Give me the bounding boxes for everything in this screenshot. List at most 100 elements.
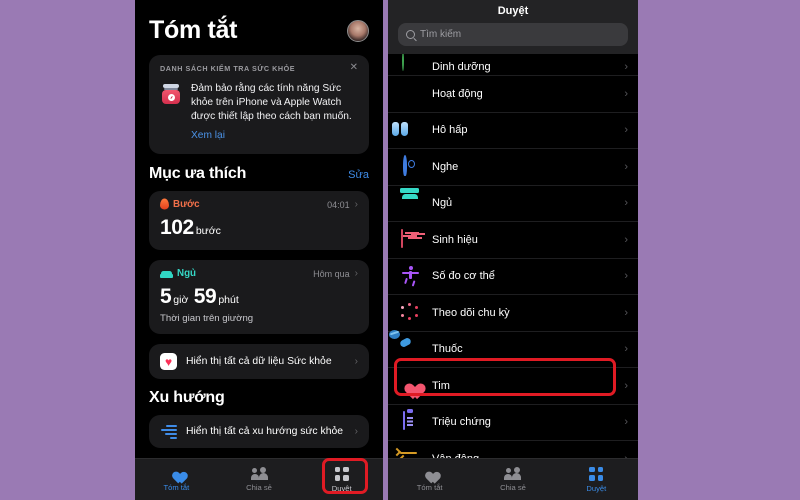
browse-row-activity[interactable]: Hoạt động › <box>388 76 638 113</box>
browse-row-body-measurements[interactable]: Số đo cơ thể › <box>388 259 638 295</box>
bed-icon <box>400 187 420 213</box>
heart-icon <box>400 376 420 396</box>
page-title: Tóm tắt <box>149 16 238 44</box>
health-checklist-card[interactable]: DANH SÁCH KIỂM TRA SỨC KHỎE ✕ Đảm bảo rằ… <box>149 55 369 154</box>
checklist-description: Đảm bảo rằng các tính năng Sức khỏe trên… <box>191 83 352 122</box>
health-app-icon <box>160 353 177 371</box>
mobility-icon <box>392 447 420 458</box>
summary-phone-panel: Tóm tắt DANH SÁCH KIỂM TRA SỨC KHỎE ✕ Đả… <box>135 0 383 500</box>
show-all-trends-row[interactable]: Hiển thị tất cả xu hướng sức khỏe › <box>149 415 369 448</box>
favorite-card-steps[interactable]: Bước 04:01 › 102 bước <box>149 191 369 250</box>
browse-phone-panel: Duyệt Tìm kiếm Dinh dưỡng › Hoạt động › … <box>388 0 638 500</box>
trends-section-header: Xu hướng <box>149 389 369 407</box>
steps-unit: bước <box>195 225 221 237</box>
browse-row-respiratory[interactable]: Hô hấp › <box>388 113 638 149</box>
clipboard-icon <box>400 411 420 432</box>
tab-summary[interactable]: Tóm tắt <box>388 467 471 492</box>
pills-icon <box>389 330 420 359</box>
browse-row-label: Dinh dưỡng <box>432 61 491 73</box>
steps-label: Bước <box>173 199 200 210</box>
trends-title: Xu hướng <box>149 389 225 406</box>
browse-row-nutrition[interactable]: Dinh dưỡng › <box>388 54 638 76</box>
sleep-label: Ngủ <box>177 268 197 279</box>
chevron-right-icon: › <box>354 355 358 367</box>
grid-icon <box>334 466 349 481</box>
chevron-right-icon: › <box>354 267 358 279</box>
flame-icon <box>160 198 169 210</box>
avatar[interactable] <box>347 19 369 42</box>
sleep-card-header: Ngủ Hôm qua › <box>160 268 358 279</box>
tab-browse[interactable]: Duyệt <box>300 466 383 493</box>
people-icon <box>250 467 268 480</box>
summary-scroll-area[interactable]: Tóm tắt DANH SÁCH KIỂM TRA SỨC KHỎE ✕ Đả… <box>135 0 383 458</box>
steps-time-group: 04:01 › <box>327 198 358 210</box>
sleep-subtitle: Thời gian trên giường <box>160 313 254 324</box>
browse-row-vitals[interactable]: Sinh hiệu › <box>388 222 638 259</box>
chevron-right-icon: › <box>354 198 358 210</box>
browse-row-label: Sinh hiệu <box>432 233 478 246</box>
chevron-right-icon: › <box>624 124 628 137</box>
pillbox-icon <box>160 83 182 105</box>
grid-icon <box>589 466 604 481</box>
tab-browse-label: Duyệt <box>586 483 607 493</box>
tab-summary[interactable]: Tóm tắt <box>135 467 218 492</box>
tab-summary-label: Tóm tắt <box>416 483 443 492</box>
tab-sharing[interactable]: Chia sẻ <box>471 467 554 492</box>
browse-title: Duyệt <box>497 5 529 17</box>
sleep-label-group: Ngủ <box>160 268 196 279</box>
browse-row-label: Tim <box>432 379 450 392</box>
steps-timestamp: 04:01 <box>327 199 350 210</box>
sleep-minutes: 59 <box>193 285 217 308</box>
browse-row-cycle-tracking[interactable]: Theo dõi chu kỳ › <box>388 295 638 332</box>
browse-row-label: Ngủ <box>432 197 453 210</box>
sleep-value-group: 5 giờ 59 phút <box>160 285 358 309</box>
summary-tab-bar: Tóm tắt Chia sẻ Duyệt <box>135 458 383 500</box>
ear-icon <box>400 154 420 177</box>
checklist-card-header: DANH SÁCH KIỂM TRA SỨC KHỎE ✕ <box>160 63 358 74</box>
browse-row-sleep[interactable]: Ngủ › <box>388 186 638 222</box>
body-icon <box>400 266 420 286</box>
flame-icon <box>400 84 420 104</box>
browse-category-list[interactable]: Dinh dưỡng › Hoạt động › Hô hấp › Nghe › <box>388 54 638 458</box>
steps-label-group: Bước <box>160 198 200 210</box>
chevron-right-icon: › <box>624 233 628 246</box>
browse-row-symptoms[interactable]: Triệu chứng › <box>388 405 638 441</box>
vitals-icon <box>400 228 420 250</box>
sleep-timestamp: Hôm qua <box>313 268 350 279</box>
tab-summary-label: Tóm tắt <box>163 483 190 492</box>
favorites-edit-button[interactable]: Sửa <box>348 169 369 181</box>
tab-sharing-label: Chia sẻ <box>246 483 272 492</box>
tab-sharing[interactable]: Chia sẻ <box>218 467 301 492</box>
summary-header: Tóm tắt <box>149 0 369 55</box>
checklist-review-link[interactable]: Xem lại <box>191 130 225 141</box>
favorite-card-sleep[interactable]: Ngủ Hôm qua › 5 giờ 59 phút Thời gian trên… <box>149 260 369 334</box>
heart-icon <box>169 467 184 480</box>
people-icon <box>504 467 522 480</box>
sleep-hours-unit: giờ <box>173 294 189 306</box>
chevron-right-icon: › <box>624 160 628 173</box>
chevron-right-icon: › <box>624 270 628 283</box>
browse-row-medications[interactable]: Thuốc › <box>388 330 638 368</box>
show-all-health-data-row[interactable]: Hiển thị tất cả dữ liệu Sức khỏe › <box>149 344 369 379</box>
checklist-kicker: DANH SÁCH KIỂM TRA SỨC KHỎE <box>160 64 296 73</box>
browse-row-heart[interactable]: Tim › <box>388 368 638 405</box>
search-icon <box>406 30 415 39</box>
sleep-minutes-unit: phút <box>218 294 239 306</box>
browse-row-hearing[interactable]: Nghe › <box>388 149 638 186</box>
browse-row-mobility[interactable]: Vận động › <box>388 441 638 458</box>
browse-row-label: Hoạt động <box>432 87 483 100</box>
steps-card-header: Bước 04:01 › <box>160 198 358 210</box>
tab-browse[interactable]: Duyệt <box>555 466 638 493</box>
show-all-health-data-label: Hiển thị tất cả dữ liệu Sức khỏe <box>186 356 332 367</box>
search-input[interactable]: Tìm kiếm <box>398 23 628 46</box>
close-icon[interactable]: ✕ <box>350 63 358 73</box>
favorites-title: Mục ưa thích <box>149 165 247 182</box>
show-all-trends-label: Hiển thị tất cả xu hướng sức khỏe <box>186 426 344 437</box>
favorites-section-header: Mục ưa thích Sửa <box>149 165 369 183</box>
chevron-right-icon: › <box>354 425 358 437</box>
sleep-time-group: Hôm qua › <box>313 267 358 279</box>
bed-icon <box>160 269 173 278</box>
chevron-right-icon: › <box>624 61 628 73</box>
steps-value: 102 <box>160 216 194 239</box>
chevron-right-icon: › <box>624 379 628 392</box>
